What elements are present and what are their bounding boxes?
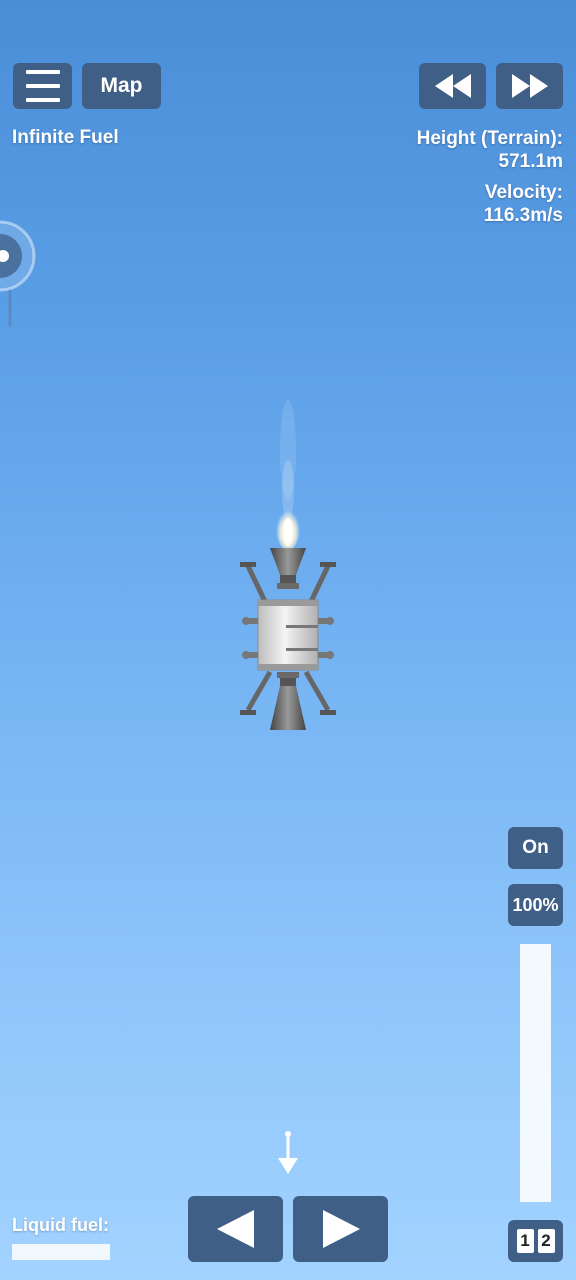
- height-label: Height (Terrain):: [416, 128, 563, 149]
- throttle-fill: [520, 944, 551, 1202]
- rotate-left-button[interactable]: [188, 1196, 283, 1262]
- fast-forward-icon: [511, 74, 548, 98]
- velocity-label: Velocity:: [484, 182, 563, 203]
- stage-1[interactable]: 1: [516, 1229, 534, 1253]
- throttle-percent: 100%: [508, 884, 563, 926]
- rotate-right-icon: [322, 1210, 360, 1248]
- liquid-fuel-label: Liquid fuel:: [12, 1215, 109, 1235]
- hamburger-menu-icon: [25, 70, 60, 74]
- velocity-value: 116.3m/s: [483, 205, 563, 226]
- liquid-fuel-bar: [12, 1244, 110, 1260]
- rotate-left-icon: [216, 1210, 254, 1248]
- throttle-slider[interactable]: [520, 944, 551, 1202]
- side-dial-widget[interactable]: [0, 220, 40, 330]
- hamburger-line: [25, 98, 60, 102]
- hamburger-line: [25, 84, 60, 88]
- down-arrow-icon: [278, 1131, 298, 1174]
- liquid-fuel-fill: [12, 1244, 110, 1260]
- rewind-icon: [434, 74, 471, 98]
- height-value: 571.1m: [498, 151, 563, 172]
- infinite-fuel-label: Infinite Fuel: [12, 127, 119, 148]
- stage-selector[interactable]: 1 2: [508, 1220, 563, 1262]
- stage-2[interactable]: 2: [537, 1229, 555, 1253]
- menu-button[interactable]: [13, 63, 72, 109]
- engine-toggle-button[interactable]: On: [508, 827, 563, 869]
- map-button[interactable]: Map: [82, 63, 161, 109]
- fast-forward-button[interactable]: [496, 63, 563, 109]
- rotate-right-button[interactable]: [293, 1196, 388, 1262]
- rewind-button[interactable]: [419, 63, 486, 109]
- rocket: [240, 400, 336, 730]
